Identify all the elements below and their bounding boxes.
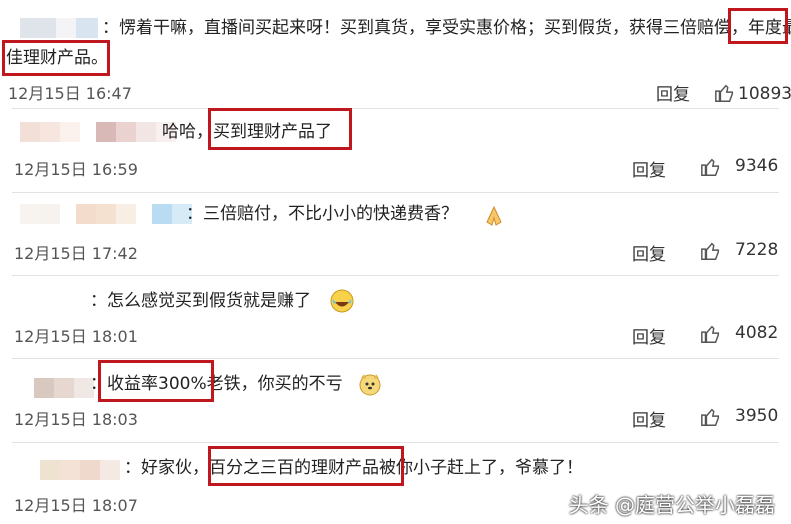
reply-button[interactable]: 回复 [632, 240, 666, 265]
watermark: 头条 @庭营公举小磊磊 [568, 493, 775, 517]
timestamp: 12月15日 16:59 [14, 160, 138, 179]
avatar [34, 378, 94, 398]
comment-text: ：怎么感觉买到假货就是赚了 [90, 291, 311, 311]
comment-text: 愣着干嘛，直播间买起来呀！买到真货，享受实惠价格；买到假货，获得三倍赔偿， [119, 18, 748, 38]
like-count: 10893 [738, 84, 791, 104]
comment-text: 老铁，你买的不亏 [206, 374, 343, 394]
comment-text: ：三倍赔付，不比小小的快递费香？ [186, 204, 458, 224]
thumbs-up-icon[interactable] [700, 240, 722, 262]
timestamp: 12月15日 18:07 [14, 496, 138, 515]
laughing-crying-icon [330, 289, 354, 313]
reply-button[interactable]: 回复 [632, 156, 666, 181]
like-count: 7228 [735, 240, 779, 260]
thumbs-up-icon[interactable] [700, 156, 722, 178]
comment-4: ：怎么感觉买到假货就是赚了 12月15日 18:01 回复 4082 [0, 275, 791, 359]
highlight-box [98, 360, 214, 402]
avatar [40, 460, 120, 480]
timestamp: 12月15日 18:03 [14, 410, 138, 429]
comment-5: ：收益率300%老铁，你买的不亏 12月15日 18:03 回复 3950 [0, 358, 791, 442]
clasped-hands-icon [486, 205, 502, 226]
like-count: 3950 [735, 406, 779, 426]
reply-button[interactable]: 回复 [632, 323, 666, 348]
thumbs-up-icon[interactable] [700, 323, 722, 345]
dog-face-icon [359, 374, 381, 396]
avatar [20, 204, 192, 224]
highlight-box [208, 446, 404, 486]
comment-prefix: ： [102, 18, 119, 38]
like-count: 4082 [735, 323, 779, 343]
thumbs-up-icon[interactable] [700, 406, 722, 428]
avatar [20, 18, 98, 38]
highlight-box [728, 8, 788, 44]
timestamp: 12月15日 18:01 [14, 327, 138, 346]
comment-1: ：愣着干嘛，直播间买起来呀！买到真货，享受实惠价格；买到假货，获得三倍赔偿，年度… [0, 0, 791, 105]
avatar [20, 122, 176, 142]
reply-button[interactable]: 回复 [632, 406, 666, 431]
thumbs-up-icon[interactable] [714, 82, 736, 104]
comment-text: 被你小子赶上了，爷慕了！ [379, 458, 583, 478]
comment-prefix: 哈哈， [162, 122, 213, 142]
timestamp: 12月15日 17:42 [14, 244, 138, 263]
timestamp: 12月15日 16:47 [8, 84, 132, 103]
highlight-box [2, 40, 110, 76]
comment-2: 哈哈，买到理财产品了 12月15日 16:59 回复 9346 [0, 108, 791, 193]
comment-prefix: ：好家伙， [124, 458, 209, 478]
highlight-box [208, 108, 352, 150]
comment-3: ：三倍赔付，不比小小的快递费香？ 12月15日 17:42 回复 7228 [0, 192, 791, 276]
like-count: 9346 [735, 156, 779, 176]
reply-button[interactable]: 回复 [656, 80, 690, 105]
